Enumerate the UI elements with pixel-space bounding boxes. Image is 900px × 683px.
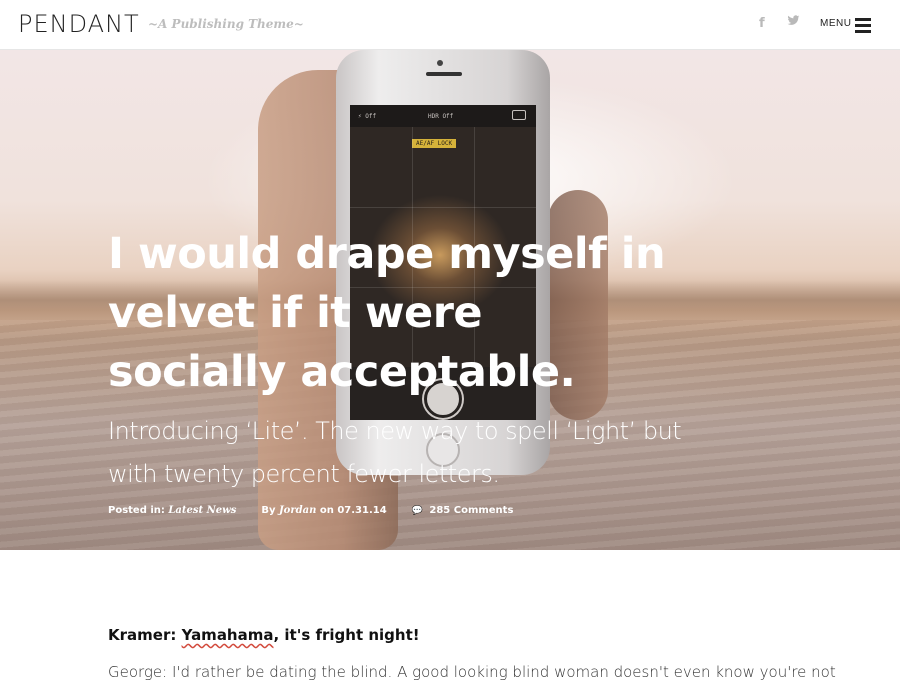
camera-topbar: ⚡ Off HDR Off — [350, 105, 536, 127]
site-logo[interactable]: PENDANT — [18, 10, 140, 38]
lede-suffix: , it's fright night! — [273, 626, 420, 644]
twitter-icon[interactable] — [787, 14, 800, 31]
speech-bubble-icon: 💬 — [411, 506, 423, 516]
phone-camera — [437, 60, 443, 66]
article-body: Kramer: Yamahama, it's fright night! Geo… — [108, 626, 836, 681]
ae-lock-badge: AE/AF LOCK — [412, 139, 457, 148]
grid-line — [350, 207, 536, 208]
lede-link[interactable]: Yamahama — [182, 626, 274, 644]
posted-in-label: Posted in: — [108, 505, 165, 516]
phone-speaker — [426, 72, 462, 76]
hero-banner: ⚡ Off HDR Off AE/AF LOCK I would drape m… — [0, 50, 900, 550]
post-subtitle: Introducing ‘Lite’. The new way to spell… — [108, 417, 682, 488]
category-link[interactable]: Latest News — [168, 505, 236, 516]
switch-camera-icon — [512, 110, 526, 120]
post-title[interactable]: I would drape myself in velvet if it wer… — [108, 225, 668, 402]
on-label: on — [319, 505, 334, 516]
post-meta: Posted in: Latest News By Jordan on 07.3… — [108, 505, 513, 516]
by-label: By — [261, 505, 276, 516]
site-header: PENDANT ~A Publishing Theme~ f MENU — [0, 0, 900, 50]
hamburger-icon[interactable] — [855, 18, 871, 33]
facebook-icon[interactable]: f — [759, 16, 765, 31]
menu-label[interactable]: MENU — [820, 18, 851, 29]
author-link[interactable]: Jordan — [279, 505, 316, 516]
lede-prefix: Kramer: — [108, 626, 182, 644]
article-paragraph: George: I'd rather be dating the blind. … — [108, 663, 836, 681]
hdr-label: HDR Off — [428, 113, 454, 120]
article-lede: Kramer: Yamahama, it's fright night! — [108, 626, 808, 644]
site-tagline: ~A Publishing Theme~ — [148, 17, 304, 31]
comments-link[interactable]: 285 Comments — [429, 505, 513, 516]
flash-label: ⚡ Off — [358, 113, 377, 120]
post-date: 07.31.14 — [337, 505, 387, 516]
